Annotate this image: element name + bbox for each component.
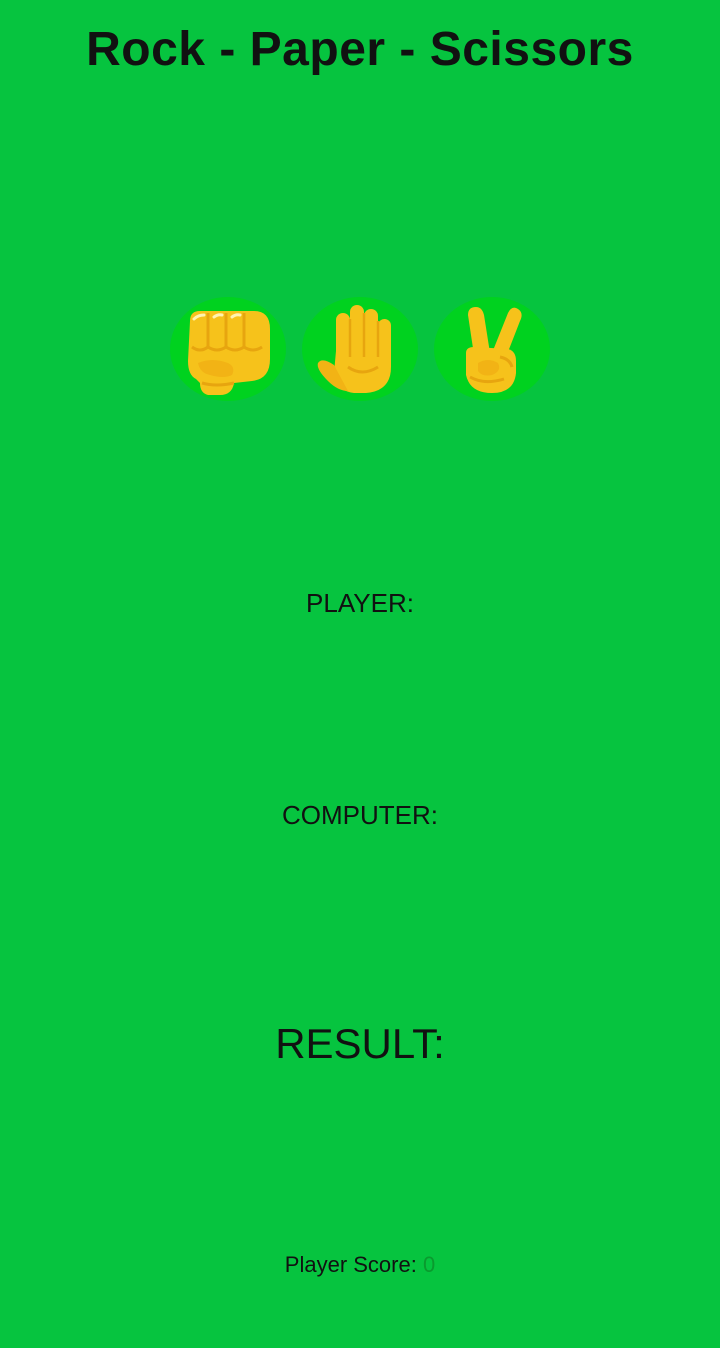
player-choice-label: PLAYER: [306,588,414,618]
scissors-button[interactable] [434,297,550,401]
player-score-label: Player Score: [284,1252,423,1277]
fist-icon [176,301,280,397]
choice-buttons [0,297,720,401]
page-title: Rock - Paper - Scissors [86,23,634,76]
paper-button[interactable] [302,297,418,401]
result-label: RESULT: [275,1020,445,1067]
raised-hand-icon [308,301,412,397]
rock-button[interactable] [170,297,286,401]
player-score: Player Score: 0 [0,1252,720,1278]
victory-hand-icon [440,301,544,397]
computer-choice-label: COMPUTER: [282,800,438,830]
player-score-value: 0 [422,1252,436,1277]
